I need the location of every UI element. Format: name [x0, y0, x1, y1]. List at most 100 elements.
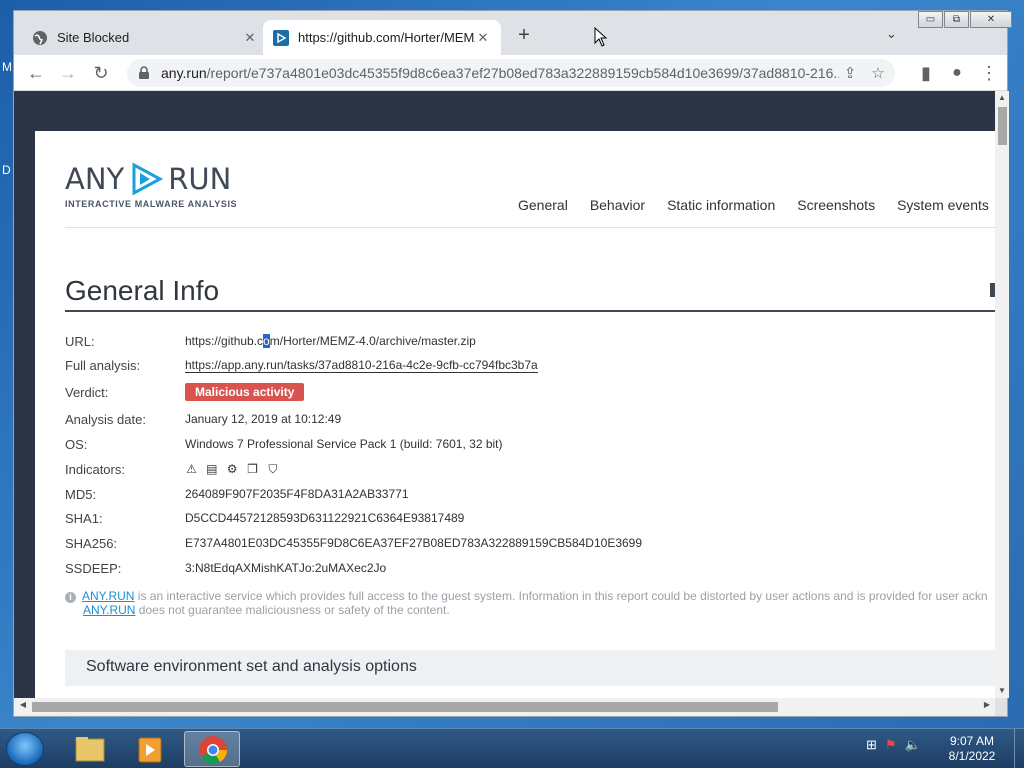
new-tab-button[interactable]: +	[513, 25, 535, 47]
address-bar[interactable]: any.run/report/e737a4801e03dc45355f9d8c6…	[127, 59, 895, 87]
scroll-up-arrow[interactable]: ▲	[995, 91, 1009, 105]
share-icon[interactable]: ⇪	[839, 64, 861, 82]
full-analysis-link[interactable]: https://app.any.run/tasks/37ad8810-216a-…	[185, 358, 538, 373]
scroll-thumb[interactable]	[998, 107, 1007, 145]
field-label: Verdict:	[65, 385, 109, 400]
title-underline	[65, 310, 995, 312]
report-page: ANY RUN INTERACTIVE MALWARE ANALYSIS Gen…	[35, 131, 995, 698]
side-panel-icon[interactable]: ▮	[914, 61, 938, 85]
warning-icon[interactable]: ⚠	[185, 463, 198, 475]
report-nav: General Behavior Static information Scre…	[518, 197, 995, 213]
globe-icon	[33, 30, 47, 45]
info-icon: i	[65, 592, 76, 603]
close-window-button[interactable]: ✕	[970, 11, 1012, 28]
chrome-taskbar-button[interactable]	[184, 731, 240, 767]
play-logo-icon	[132, 162, 164, 196]
nav-divider	[65, 227, 995, 228]
media-player-icon	[138, 737, 162, 763]
scroll-thumb[interactable]	[32, 702, 778, 712]
process-icon[interactable]: ⚙	[226, 463, 239, 475]
field-value: D5CCD44572128593D631122921C6364E93817489	[185, 511, 465, 525]
desktop-icon-label[interactable]: M	[2, 60, 12, 74]
nav-system-events[interactable]: System events	[897, 197, 989, 213]
tab-search-chevron-icon[interactable]: ⌄	[886, 26, 897, 42]
logo-text-right: RUN	[168, 162, 232, 196]
explorer-taskbar-button[interactable]	[62, 731, 118, 767]
windows-icon[interactable]: ❐	[246, 463, 259, 475]
field-value: Windows 7 Professional Service Pack 1 (b…	[185, 437, 503, 451]
anyrun-link[interactable]: ANY.RUN	[82, 589, 134, 603]
system-tray: ⊞ ⚑ 🔈	[866, 737, 921, 753]
network-icon[interactable]: ⊞	[866, 737, 877, 753]
monitor-icon[interactable]: ▤	[205, 463, 218, 475]
nav-screenshots[interactable]: Screenshots	[797, 197, 875, 213]
horizontal-scrollbar[interactable]: ◀ ▶	[14, 698, 995, 716]
volume-icon[interactable]: 🔈	[905, 737, 921, 753]
page-viewport: ANY RUN INTERACTIVE MALWARE ANALYSIS Gen…	[14, 91, 995, 698]
section-header-software-env[interactable]: Software environment set and analysis op…	[65, 650, 995, 686]
address-text[interactable]: any.run/report/e737a4801e03dc45355f9d8c6…	[161, 65, 839, 81]
start-button[interactable]	[6, 732, 44, 766]
chrome-icon	[199, 736, 227, 764]
scroll-down-arrow[interactable]: ▼	[995, 684, 1009, 698]
profile-avatar-icon[interactable]: ●	[945, 61, 969, 85]
desktop-icon-label[interactable]: D	[2, 163, 11, 177]
minimize-button[interactable]: ▭	[918, 11, 943, 28]
field-label: SSDEEP:	[65, 561, 122, 576]
field-label: SHA256:	[65, 536, 118, 551]
forward-button[interactable]: →	[56, 61, 80, 85]
media-player-taskbar-button[interactable]	[123, 731, 179, 767]
field-value: January 12, 2019 at 10:12:49	[185, 412, 342, 426]
address-host: any.run	[161, 65, 207, 81]
field-label: Full analysis:	[65, 358, 141, 373]
scroll-right-arrow[interactable]: ▶	[980, 700, 994, 709]
browser-toolbar: ← → ↻ any.run/report/e737a4801e03dc45355…	[14, 55, 1007, 91]
show-desktop-button[interactable]	[1014, 729, 1024, 768]
nav-general[interactable]: General	[518, 197, 568, 213]
back-button[interactable]: ←	[24, 61, 48, 85]
tab-title: Site Blocked	[57, 30, 130, 45]
tab-strip: Site Blocked ✕ https://github.com/Horter…	[14, 11, 1012, 55]
logo-text-left: ANY	[65, 162, 125, 196]
menu-kebab-icon[interactable]: ⋮	[977, 61, 1001, 85]
tab-title: https://github.com/Horter/MEMZ	[298, 30, 475, 45]
browser-window: Site Blocked ✕ https://github.com/Horter…	[13, 10, 1012, 717]
address-path: /report/e737a4801e03dc45355f9d8c6ea37ef2…	[206, 65, 839, 81]
reload-button[interactable]: ↻	[89, 61, 113, 85]
vertical-scrollbar[interactable]: ▲ ▼	[995, 91, 1009, 698]
taskbar: ⊞ ⚑ 🔈 9:07 AM 8/1/2022	[0, 728, 1024, 768]
disclaimer-notice: i ANY.RUN is an interactive service which…	[65, 589, 988, 617]
field-label: URL:	[65, 334, 95, 349]
tab-github-memz[interactable]: https://github.com/Horter/MEMZ ✕	[263, 20, 501, 55]
anyrun-link[interactable]: ANY.RUN	[83, 603, 135, 617]
field-label: OS:	[65, 437, 88, 452]
verdict-badge: Malicious activity	[185, 383, 305, 401]
clock[interactable]: 9:07 AM 8/1/2022	[936, 734, 1008, 764]
bookmark-star-icon[interactable]: ☆	[867, 64, 889, 82]
page-title: General Info	[65, 275, 220, 306]
anyrun-logo[interactable]: ANY RUN INTERACTIVE MALWARE ANALYSIS	[65, 161, 237, 209]
nav-static-information[interactable]: Static information	[667, 197, 775, 213]
maximize-button[interactable]: ⧉	[944, 11, 969, 28]
folder-icon	[75, 737, 105, 762]
url-value[interactable]: https://github.com/Horter/MEMZ-4.0/archi…	[185, 334, 476, 348]
field-label: Analysis date:	[65, 412, 146, 427]
mouse-cursor-icon	[594, 27, 608, 47]
field-value: E737A4801E03DC45355F9D8C6EA37EF27B08ED78…	[185, 536, 643, 550]
field-label: Indicators:	[65, 462, 125, 477]
scroll-left-arrow[interactable]: ◀	[16, 700, 30, 709]
shield-icon[interactable]: ⛉	[266, 463, 279, 475]
clock-time: 9:07 AM	[949, 734, 995, 748]
field-value: 3:N8tEdqAXMishKATJo:2uMAXec2Jo	[185, 561, 387, 575]
close-tab-icon[interactable]: ✕	[475, 30, 491, 46]
nav-behavior[interactable]: Behavior	[590, 197, 645, 213]
text-selection: o	[263, 334, 270, 348]
field-label: MD5:	[65, 487, 97, 502]
close-tab-icon[interactable]: ✕	[242, 30, 258, 46]
logo-tagline: INTERACTIVE MALWARE ANALYSIS	[65, 199, 238, 209]
field-value: 264089F907F2035F4F8DA31A2AB33771	[185, 487, 409, 501]
lock-icon[interactable]	[137, 66, 151, 80]
clock-date: 8/1/2022	[948, 749, 996, 763]
action-center-flag-icon[interactable]: ⚑	[885, 737, 897, 753]
tab-site-blocked[interactable]: Site Blocked ✕	[22, 20, 268, 55]
